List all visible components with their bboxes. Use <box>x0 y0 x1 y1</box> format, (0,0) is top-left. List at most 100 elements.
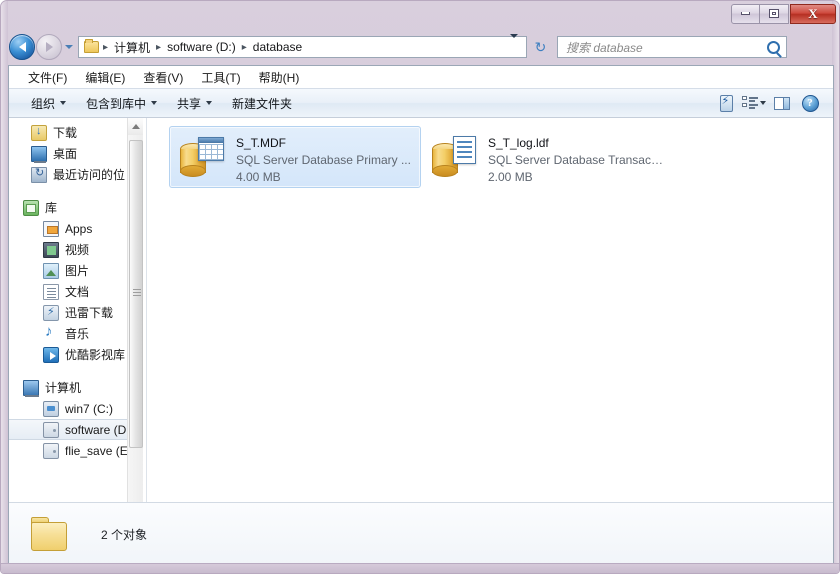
organize-button[interactable]: 组织 <box>21 90 76 117</box>
toolbar: 组织 包含到库中 共享 新建文件夹 ⚡ ? <box>9 88 833 118</box>
include-in-library-button[interactable]: 包含到库中 <box>76 90 167 117</box>
folder-icon <box>31 515 75 553</box>
breadcrumb-item-database[interactable]: database <box>251 40 304 54</box>
menu-edit[interactable]: 编辑(E) <box>76 67 134 88</box>
chevron-up-icon <box>132 124 140 129</box>
drive-icon <box>43 421 59 438</box>
back-arrow-icon <box>18 42 26 52</box>
sidebar-item-label: flie_save (E:) <box>65 443 136 458</box>
refresh-button[interactable]: ↻ <box>530 37 551 58</box>
sidebar-item-recent-places[interactable]: 最近访问的位 <box>9 164 143 185</box>
window-frame-left <box>1 1 8 573</box>
breadcrumb-item-computer[interactable]: 计算机 <box>112 39 152 56</box>
forward-button[interactable] <box>36 34 62 60</box>
sidebar-item-youku[interactable]: 优酷影视库 <box>9 344 143 365</box>
menu-bar: 文件(F) 编辑(E) 查看(V) 工具(T) 帮助(H) <box>9 66 833 88</box>
back-button[interactable] <box>9 34 35 60</box>
minimize-icon <box>741 12 750 15</box>
breadcrumb-separator: ▸ <box>241 41 247 53</box>
sidebar-item-music[interactable]: 音乐 <box>9 323 143 344</box>
navigation-pane-scrollbar[interactable] <box>127 118 143 520</box>
maximize-button[interactable] <box>760 3 789 24</box>
burn-button[interactable] <box>713 91 739 115</box>
file-size: 2.00 MB <box>488 170 533 184</box>
chevron-down-icon <box>760 101 766 105</box>
sidebar-item-thunder-download[interactable]: 迅雷下载 <box>9 302 143 323</box>
download-icon <box>31 124 47 141</box>
chevron-down-icon <box>206 101 213 105</box>
sidebar-item-label: 图片 <box>65 264 90 278</box>
system-drive-icon <box>43 400 59 417</box>
youku-icon <box>43 346 59 363</box>
file-item-mdf[interactable]: S_T.MDF SQL Server Database Primary ... … <box>169 126 421 188</box>
sidebar-item-label: 视频 <box>65 243 90 257</box>
search-input[interactable]: 搜索 database <box>566 39 767 56</box>
sidebar-item-flie-save-e[interactable]: flie_save (E:) <box>9 440 143 461</box>
close-button[interactable]: X <box>790 3 836 24</box>
sidebar-item-label: 音乐 <box>65 327 90 341</box>
address-dropdown-button[interactable] <box>505 34 523 56</box>
sidebar-item-label: software (D:) <box>65 422 134 437</box>
change-view-button[interactable] <box>741 91 767 115</box>
sidebar-item-label: 迅雷下载 <box>65 306 114 320</box>
change-view-icon <box>742 96 758 110</box>
sidebar-item-label: 桌面 <box>53 147 78 161</box>
sidebar-item-label: win7 (C:) <box>65 401 114 416</box>
preview-pane-button[interactable] <box>769 91 795 115</box>
breadcrumb-item-software-d[interactable]: software (D:) <box>165 40 238 54</box>
sidebar-item-win7-c[interactable]: win7 (C:) <box>9 398 143 419</box>
file-info: S_T.MDF SQL Server Database Primary ... … <box>236 133 412 186</box>
sidebar-item-apps[interactable]: Apps <box>9 218 143 239</box>
window-frame-bottom <box>1 563 839 573</box>
video-icon <box>43 241 59 258</box>
sidebar-item-downloads[interactable]: 下载 <box>9 122 143 143</box>
folder-icon <box>84 39 99 53</box>
minimize-button[interactable] <box>731 3 760 24</box>
new-folder-button[interactable]: 新建文件夹 <box>222 90 302 117</box>
sidebar-item-label: 优酷影视库 <box>65 348 126 362</box>
menu-help[interactable]: 帮助(H) <box>250 67 309 88</box>
help-button[interactable]: ? <box>797 91 823 115</box>
help-icon: ? <box>801 94 819 112</box>
sidebar-group-computer[interactable]: 计算机 <box>9 377 143 398</box>
library-icon <box>23 199 39 216</box>
chevron-down-icon <box>65 45 73 49</box>
scrollbar-thumb[interactable] <box>129 140 143 448</box>
maximize-icon <box>769 9 779 18</box>
document-lines-overlay-icon <box>453 136 476 164</box>
history-dropdown-button[interactable] <box>62 34 76 60</box>
menu-view[interactable]: 查看(V) <box>134 67 192 88</box>
search-icon <box>767 40 780 54</box>
menu-file[interactable]: 文件(F) <box>19 67 76 88</box>
scroll-up-button[interactable] <box>128 118 143 135</box>
new-folder-label: 新建文件夹 <box>232 96 293 111</box>
breadcrumb-separator: ▸ <box>103 41 109 53</box>
sidebar-item-label: 下载 <box>53 126 78 140</box>
file-list: S_T.MDF SQL Server Database Primary ... … <box>147 118 833 520</box>
table-grid-overlay-icon <box>198 137 224 161</box>
search-box[interactable]: 搜索 database <box>557 36 787 58</box>
explorer-window: X ▸ 计算机 ▸ software (D:) ▸ database ↻ 搜索 … <box>0 0 840 574</box>
database-log-file-icon <box>430 133 478 181</box>
chevron-down-icon <box>151 101 158 105</box>
sidebar-item-pictures[interactable]: 图片 <box>9 260 143 281</box>
item-count-label: 2 个对象 <box>101 527 148 542</box>
sidebar-item-software-d[interactable]: software (D:) <box>9 419 143 440</box>
preview-pane-icon <box>774 96 790 110</box>
organize-label: 组织 <box>31 96 56 111</box>
file-name: S_T_log.ldf <box>488 136 549 150</box>
sidebar-item-documents[interactable]: 文档 <box>9 281 143 302</box>
sidebar-item-videos[interactable]: 视频 <box>9 239 143 260</box>
sidebar-item-desktop[interactable]: 桌面 <box>9 143 143 164</box>
menu-tools[interactable]: 工具(T) <box>192 67 249 88</box>
apps-icon <box>43 220 59 237</box>
breadcrumb-separator: ▸ <box>156 41 162 53</box>
file-item-ldf[interactable]: S_T_log.ldf SQL Server Database Transact… <box>421 126 673 188</box>
drive-icon <box>43 442 59 459</box>
address-bar[interactable]: ▸ 计算机 ▸ software (D:) ▸ database <box>78 34 527 58</box>
sidebar-group-libraries[interactable]: 库 <box>9 197 143 218</box>
file-info: S_T_log.ldf SQL Server Database Transact… <box>488 133 664 186</box>
share-button[interactable]: 共享 <box>167 90 222 117</box>
picture-icon <box>43 262 59 279</box>
